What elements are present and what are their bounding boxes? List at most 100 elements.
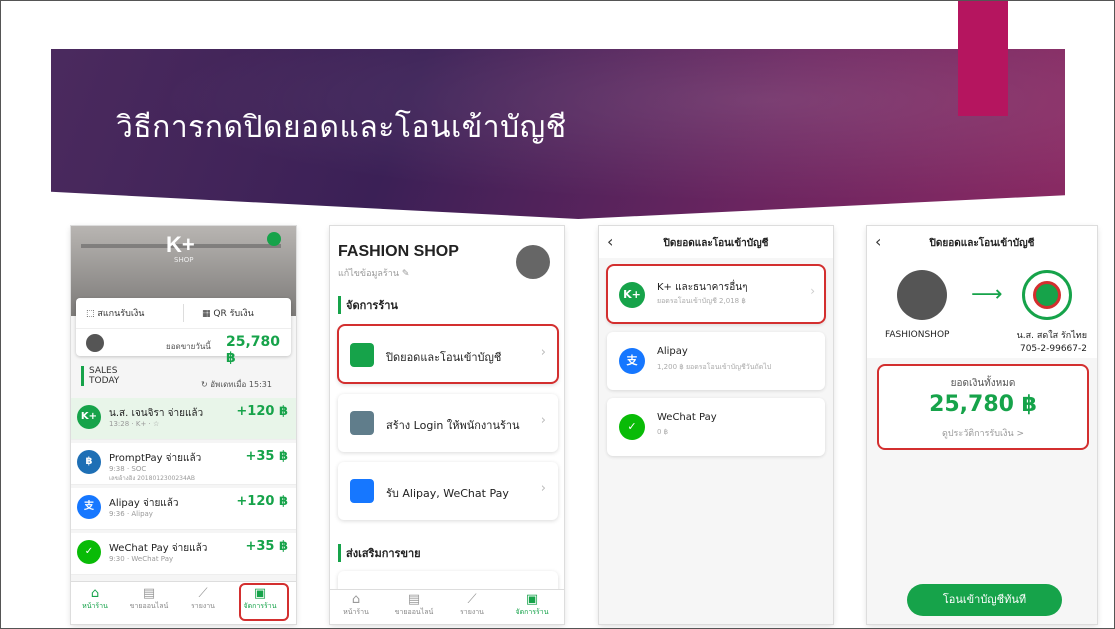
nav-home[interactable]: ⌂ หน้าร้าน xyxy=(334,592,378,618)
transaction-meta: 9:36 · Alipay xyxy=(109,510,153,518)
menu-staff-login[interactable]: สร้าง Login ให้พนักงานร้าน › xyxy=(338,394,558,452)
transaction-title: PromptPay จ่ายแล้ว xyxy=(109,453,202,464)
transaction-amount: +120 ฿ xyxy=(236,404,288,419)
refresh-icon: ↻ xyxy=(201,380,211,389)
home-icon: ⌂ xyxy=(351,592,361,607)
payment-method-icon: 支 xyxy=(77,495,101,519)
nav-label: หน้าร้าน xyxy=(343,608,369,616)
menu-label: สร้าง Login ให้พนักงานร้าน xyxy=(386,419,520,432)
chart-icon: ⟋ xyxy=(467,592,477,607)
highlight-manage-tab xyxy=(239,583,289,621)
shop-logo xyxy=(897,270,947,320)
section-promotion: ส่งเสริมการขาย xyxy=(338,544,421,562)
payment-method-icon: K+ xyxy=(77,405,101,429)
store-icon: ▤ xyxy=(407,592,421,607)
shop-icon: ▣ xyxy=(525,592,539,607)
menu-alipay-wechat[interactable]: รับ Alipay, WeChat Pay › xyxy=(338,462,558,520)
transaction-title: Alipay จ่ายแล้ว xyxy=(109,498,179,509)
total-box: ยอดเงินทั้งหมด 25,780 ฿ ดูประวัติการรับเ… xyxy=(877,364,1089,450)
transaction-title: น.ส. เจนจิรา จ่ายแล้ว xyxy=(109,408,204,419)
shop-name: FASHIONSHOP xyxy=(885,330,950,340)
channel-icon: 支 xyxy=(619,348,645,374)
transaction-ref: เลขอ้างอิง 2018012300234AB xyxy=(109,475,196,482)
phone-screen-home: K+ SHOP ⬚ สแกนรับเงิน ▦ QR รับเงิน ยอดขา… xyxy=(71,226,296,624)
transaction-meta: 13:28 · K+ · ☆ xyxy=(109,420,160,428)
kbank-logo xyxy=(1022,270,1072,320)
account-name: น.ส. สดใส รักไทย xyxy=(1016,331,1087,341)
transfer-parties: ⟶ FASHIONSHOP น.ส. สดใส รักไทย 705-2-996… xyxy=(867,258,1097,358)
payment-card: ⬚ สแกนรับเงิน ▦ QR รับเงิน ยอดขายวันนี้ … xyxy=(76,298,291,366)
scan-button[interactable]: ⬚ สแกนรับเงิน xyxy=(86,306,144,320)
transaction-meta: 9:30 · WeChat Pay xyxy=(109,555,174,563)
nav-label: รายงาน xyxy=(191,602,215,610)
channel-card[interactable]: ✓ WeChat Pay 0 ฿ xyxy=(607,398,825,456)
updated-time: อัพเดทเมื่อ 15:31 xyxy=(210,380,272,389)
total-amount: 25,780 ฿ xyxy=(929,392,1037,417)
home-icon: ⌂ xyxy=(90,586,100,601)
kplus-logo-text: K+ xyxy=(166,232,195,257)
chevron-right-icon: › xyxy=(540,413,546,428)
scan-label: สแกนรับเงิน xyxy=(97,309,145,319)
bottom-nav: ⌂ หน้าร้าน ▤ ขายออนไลน์ ⟋ รายงาน ▣ จัดการร้า… xyxy=(330,589,564,624)
menu-promotion-item[interactable] xyxy=(338,571,558,591)
nav-report[interactable]: ⟋ รายงาน xyxy=(450,592,494,618)
channel-name: WeChat Pay xyxy=(657,412,717,423)
payment-method-icon: ✓ xyxy=(77,540,101,564)
shop-name: FASHION SHOP xyxy=(338,243,459,260)
staff-login-icon xyxy=(350,411,374,435)
payment-method-icon: ฿ xyxy=(77,450,101,474)
today-total-label: ยอดขายวันนี้ xyxy=(166,342,211,351)
nav-online[interactable]: ▤ ขายออนไลน์ xyxy=(392,592,436,618)
phone-screen-channels: ‹ ปิดยอดและโอนเข้าบัญชี K+ K+ และธนาคารอื… xyxy=(599,226,833,624)
transaction-title: WeChat Pay จ่ายแล้ว xyxy=(109,543,208,554)
kbank-logo-inner xyxy=(1033,281,1061,309)
nav-home[interactable]: ⌂ หน้าร้าน xyxy=(73,586,117,612)
alipay-wechat-icon xyxy=(350,479,374,503)
transaction-amount: +35 ฿ xyxy=(245,449,288,464)
transaction-meta: 9:38 · SOC xyxy=(109,465,147,473)
nav-manage[interactable]: ▣ จัดการร้าน xyxy=(510,592,554,618)
channel-name: Alipay xyxy=(657,346,688,357)
transaction-row[interactable]: K+ น.ส. เจนจิรา จ่ายแล้ว 13:28 · K+ · ☆ +12… xyxy=(71,398,296,440)
shop-logo[interactable] xyxy=(516,245,550,279)
accent-bar xyxy=(958,1,1008,116)
avatar xyxy=(86,334,104,352)
phone-screen-transfer: ‹ ปิดยอดและโอนเข้าบัญชี ⟶ FASHIONSHOP น.… xyxy=(867,226,1097,624)
phone-screen-manage: FASHION SHOP แก้ไขข้อมูลร้าน ✎ จัดการร้า… xyxy=(330,226,564,624)
today-total: 25,780 ฿ xyxy=(226,334,281,366)
page-title: ปิดยอดและโอนเข้าบัญชี xyxy=(663,238,769,249)
chevron-right-icon: › xyxy=(540,481,546,496)
channel-icon: ✓ xyxy=(619,414,645,440)
nav-online[interactable]: ▤ ขายออนไลน์ xyxy=(127,586,171,612)
nav-label: รายงาน xyxy=(460,608,484,616)
qr-label: QR รับเงิน xyxy=(213,309,254,319)
section-manage: จัดการร้าน xyxy=(338,296,398,314)
account-info: น.ส. สดใส รักไทย 705-2-99667-2 xyxy=(1017,330,1087,356)
transaction-row[interactable]: ✓ WeChat Pay จ่ายแล้ว 9:30 · WeChat Pay +35… xyxy=(71,533,296,575)
notification-icon[interactable] xyxy=(267,232,281,246)
kplus-logo: K+ xyxy=(166,232,195,258)
transaction-row[interactable]: ฿ PromptPay จ่ายแล้ว 9:38 · SOC เลขอ้างอิง … xyxy=(71,443,296,485)
transaction-row[interactable]: 支 Alipay จ่ายแล้ว 9:36 · Alipay +120 ฿ xyxy=(71,488,296,530)
header: ‹ ปิดยอดและโอนเข้าบัญชี xyxy=(867,226,1097,258)
arrow-right-icon: ⟶ xyxy=(971,282,1003,307)
nav-label: ขายออนไลน์ xyxy=(129,602,169,610)
divider xyxy=(76,328,291,329)
total-label: ยอดเงินทั้งหมด xyxy=(950,378,1016,389)
edit-shop-link[interactable]: แก้ไขข้อมูลร้าน ✎ xyxy=(338,266,409,280)
account-number: 705-2-99667-2 xyxy=(1019,344,1087,354)
refresh-status[interactable]: ↻ อัพเดทเมื่อ 15:31 xyxy=(201,378,272,391)
channel-balance: 1,200 ฿ ยอดรอโอนเข้าบัญชีวันถัดไป xyxy=(657,363,772,371)
nav-report[interactable]: ⟋ รายงาน xyxy=(181,586,225,612)
history-link[interactable]: ดูประวัติการรับเงิน > xyxy=(879,426,1087,440)
nav-label: ขายออนไลน์ xyxy=(394,608,434,616)
transaction-amount: +35 ฿ xyxy=(245,539,288,554)
divider xyxy=(183,304,184,322)
transfer-now-button[interactable]: โอนเข้าบัญชีทันที xyxy=(907,584,1062,616)
slide-title: วิธีการกดปิดยอดและโอนเข้าบัญชี xyxy=(116,110,567,145)
highlight-close-and-transfer xyxy=(337,324,559,384)
qr-button[interactable]: ▦ QR รับเงิน xyxy=(202,306,254,320)
channel-card[interactable]: 支 Alipay 1,200 ฿ ยอดรอโอนเข้าบัญชีวันถัดไป xyxy=(607,332,825,390)
transaction-amount: +120 ฿ xyxy=(236,494,288,509)
sales-title: SALES xyxy=(89,366,118,376)
